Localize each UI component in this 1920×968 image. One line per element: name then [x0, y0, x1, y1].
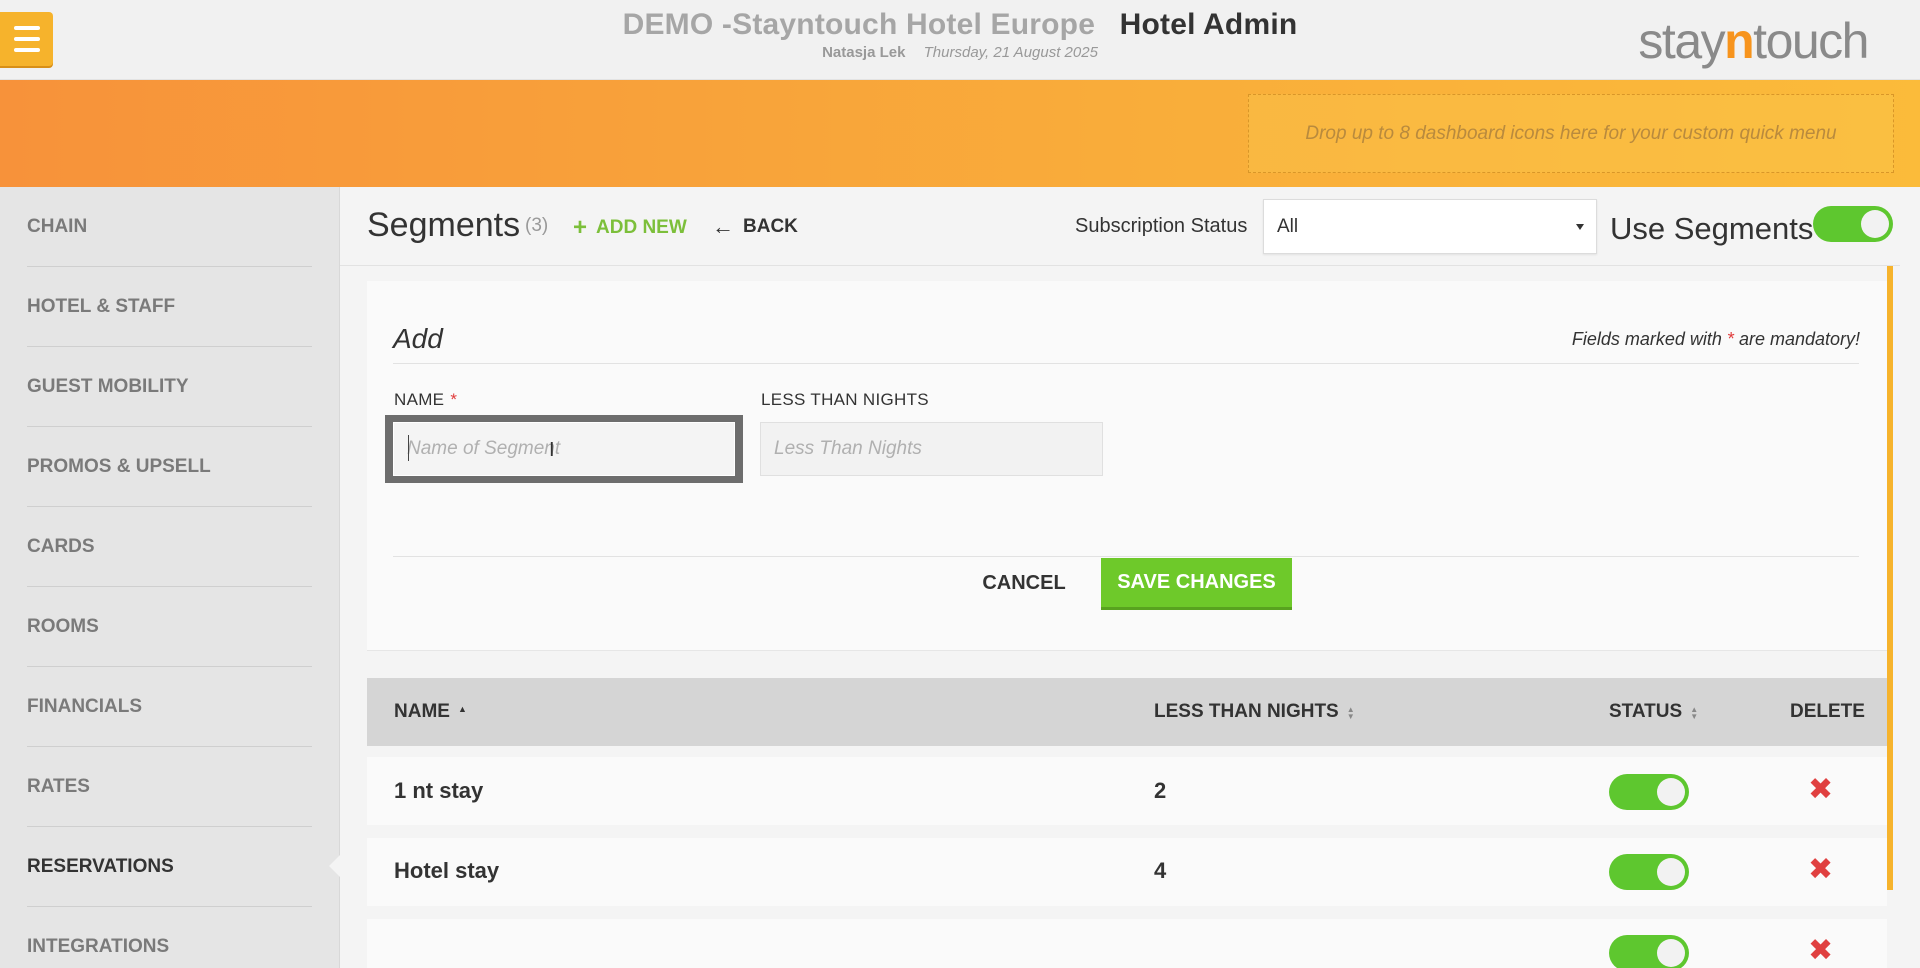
toggle-knob — [1657, 939, 1685, 967]
back-button[interactable]: ← BACK — [712, 216, 798, 238]
stayntouch-logo: stayntouch — [1638, 13, 1869, 69]
toggle-knob — [1657, 778, 1685, 806]
sort-ascending-icon: ▲ — [457, 703, 467, 714]
delete-icon[interactable]: ✖ — [1808, 775, 1833, 805]
sidebar-item-rates[interactable]: RATES — [27, 747, 312, 827]
sidebar-item-promos-upsell[interactable]: PROMOS & UPSELL — [27, 427, 312, 507]
mandatory-note: Fields marked with * are mandatory! — [1571, 329, 1860, 349]
subscription-status-value: All — [1277, 215, 1299, 237]
sidebar-item-chain[interactable]: CHAIN — [27, 187, 312, 267]
delete-icon[interactable]: ✖ — [1808, 936, 1833, 966]
business-date: Thursday, 21 August 2025 — [923, 44, 1098, 61]
segment-count: (3) — [525, 215, 549, 236]
hotel-name: DEMO -Stayntouch Hotel Europe — [622, 8, 1096, 41]
user-name: Natasja Lek — [822, 44, 906, 61]
required-asterisk: * — [450, 390, 458, 409]
text-cursor — [408, 435, 409, 461]
quick-menu-band: Drop up to 8 dashboard icons here for yo… — [0, 80, 1920, 187]
subscription-status-label: Subscription Status — [1075, 215, 1248, 237]
column-header-less-than-nights[interactable]: LESS THAN NIGHTS ▲ ▼ — [1154, 701, 1355, 723]
delete-icon[interactable]: ✖ — [1808, 855, 1833, 885]
divider — [393, 363, 1859, 364]
sidebar-item-integrations[interactable]: INTEGRATIONS — [27, 907, 312, 968]
toggle-knob — [1861, 210, 1889, 238]
status-toggle[interactable] — [1609, 774, 1689, 810]
top-bar: DEMO -Stayntouch Hotel Europe Hotel Admi… — [0, 0, 1920, 80]
use-segments-toggle[interactable] — [1813, 206, 1893, 242]
sidebar-item-reservations[interactable]: RESERVATIONS — [27, 827, 312, 907]
sidebar-item-hotel-staff[interactable]: HOTEL & STAFF — [27, 267, 312, 347]
toggle-knob — [1657, 858, 1685, 886]
dropzone-text: Drop up to 8 dashboard icons here for yo… — [1305, 122, 1837, 144]
name-field-label: NAME * — [394, 390, 458, 409]
sidebar-item-cards[interactable]: CARDS — [27, 507, 312, 587]
column-header-delete: DELETE — [1790, 701, 1865, 722]
quick-menu-dropzone[interactable]: Drop up to 8 dashboard icons here for yo… — [1248, 94, 1894, 173]
add-new-button[interactable]: + ADD NEW — [573, 216, 687, 240]
app-name: Hotel Admin — [1119, 8, 1298, 41]
ibeam-cursor-icon: I — [549, 439, 555, 461]
sort-icon: ▲ ▼ — [1690, 705, 1699, 721]
sidebar: CHAIN HOTEL & STAFF GUEST MOBILITY PROMO… — [0, 187, 340, 968]
nights-cell: 2 — [1154, 778, 1167, 803]
header-title: DEMO -Stayntouch Hotel Europe Hotel Admi… — [0, 8, 1920, 61]
active-item-indicator — [329, 854, 341, 878]
segment-name-input[interactable] — [393, 422, 735, 476]
form-title: Add — [393, 323, 443, 354]
chevron-down-icon — [1576, 224, 1584, 230]
segment-name-cell: 1 nt stay — [394, 778, 484, 803]
sidebar-item-guest-mobility[interactable]: GUEST MOBILITY — [27, 347, 312, 427]
use-segments-label: Use Segments — [1610, 211, 1814, 246]
scroll-indicator — [1887, 266, 1893, 890]
cancel-button[interactable]: CANCEL — [962, 558, 1086, 608]
status-toggle[interactable] — [1609, 935, 1689, 968]
sort-icon: ▲ ▼ — [1346, 705, 1355, 721]
arrow-left-icon: ← — [712, 214, 734, 239]
subscription-status-select[interactable]: All — [1263, 199, 1597, 254]
back-label: BACK — [743, 216, 798, 237]
save-changes-button[interactable]: SAVE CHANGES — [1101, 558, 1292, 610]
divider — [340, 265, 1900, 266]
page-title: Segments — [367, 206, 521, 244]
status-toggle[interactable] — [1609, 854, 1689, 890]
segment-name-cell: Hotel stay — [394, 858, 500, 883]
divider — [393, 556, 1859, 557]
nights-cell: 4 — [1154, 858, 1167, 883]
column-header-status[interactable]: STATUS ▲ ▼ — [1609, 701, 1698, 723]
sidebar-item-rooms[interactable]: ROOMS — [27, 587, 312, 667]
sidebar-item-financials[interactable]: FINANCIALS — [27, 667, 312, 747]
plus-icon: + — [573, 214, 588, 241]
add-new-label: ADD NEW — [596, 217, 687, 238]
nights-field-label: LESS THAN NIGHTS — [761, 390, 929, 409]
less-than-nights-input[interactable] — [760, 422, 1103, 476]
column-header-name[interactable]: NAME ▲ — [394, 701, 467, 723]
